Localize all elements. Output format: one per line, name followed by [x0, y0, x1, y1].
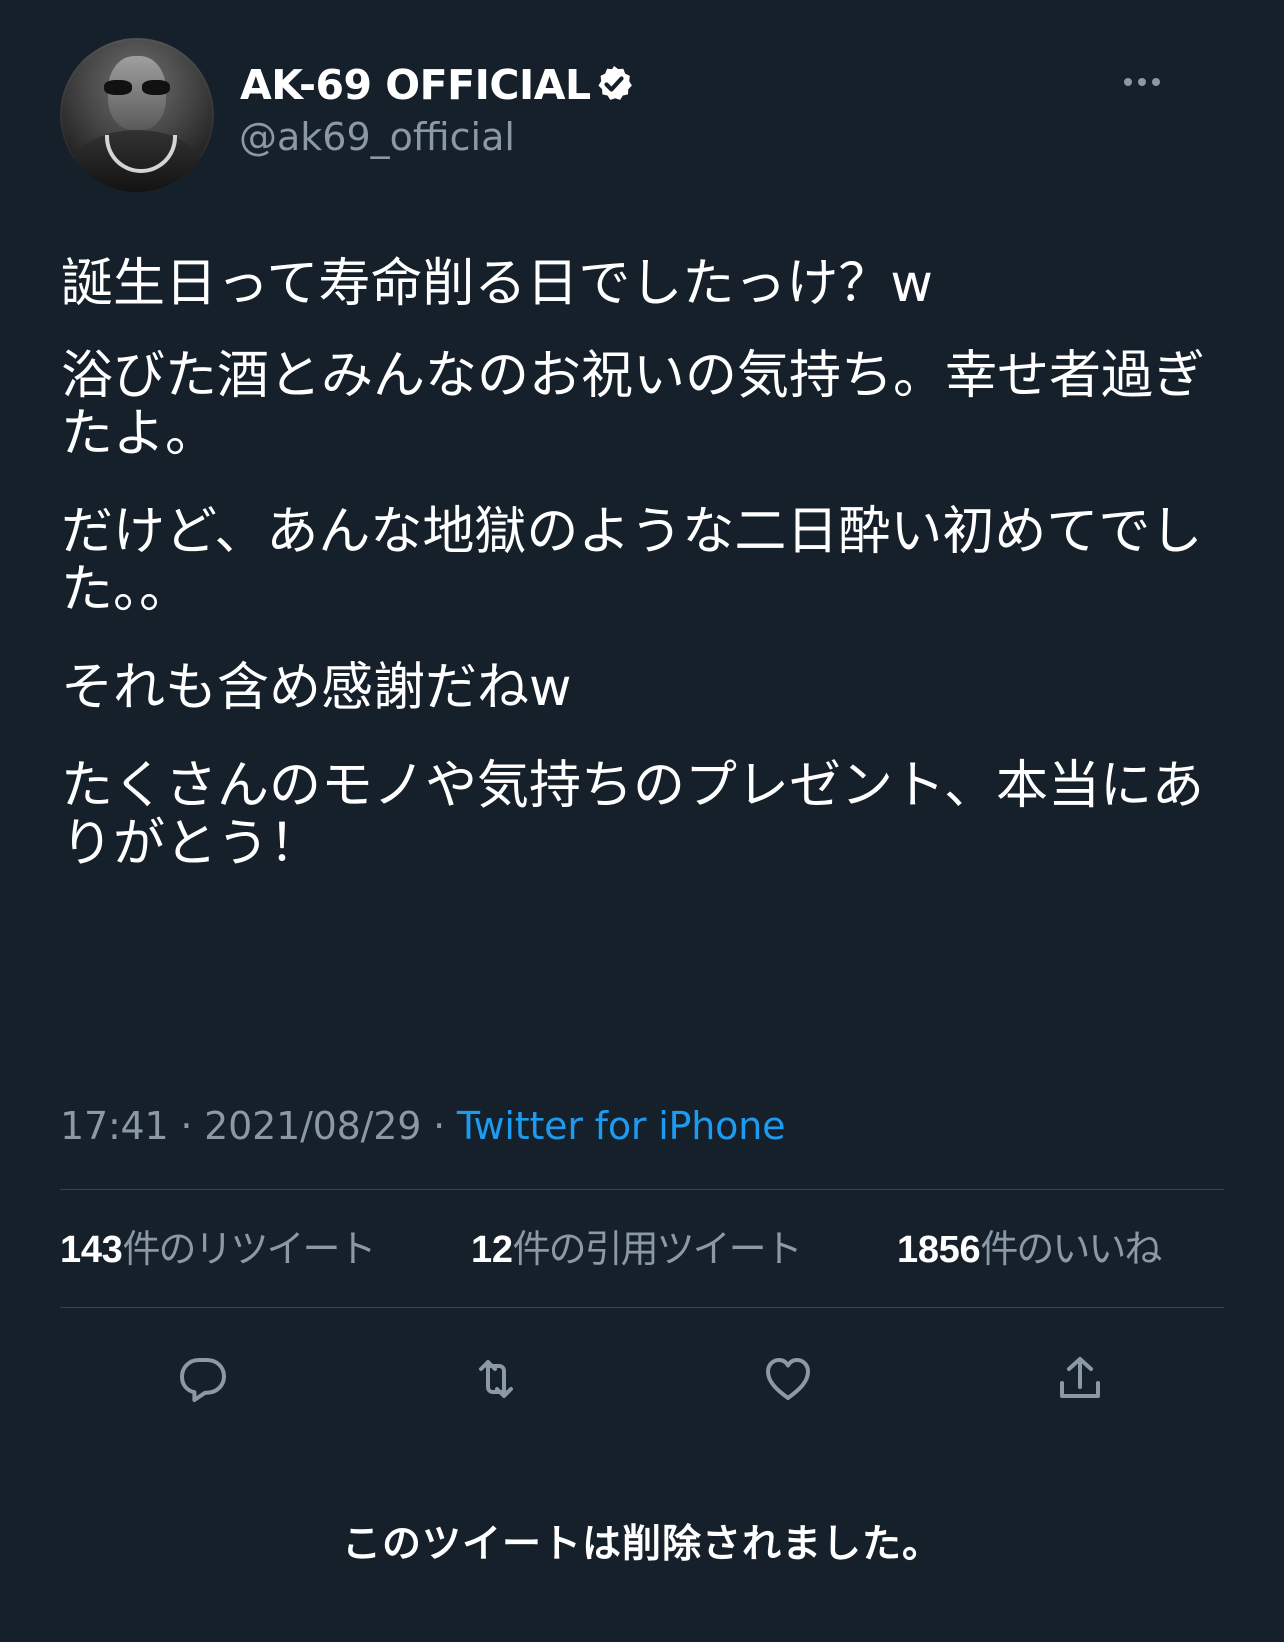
tweet-text: 誕生日って寿命削る日でしたっけ？w 浴びた酒とみんなのお祝いの気持ち。幸せ者過ぎ…: [61, 255, 1226, 913]
tweet-date[interactable]: 2021/08/29: [204, 1104, 421, 1148]
handle[interactable]: @ak69_official: [239, 114, 515, 160]
divider: [60, 1189, 1224, 1190]
display-name[interactable]: AK-69 OFFICIAL: [240, 62, 591, 108]
retweets-label: 件のリツイート: [122, 1227, 377, 1271]
share-icon: [1060, 1357, 1100, 1398]
avatar[interactable]: [60, 38, 214, 192]
reply-button[interactable]: [163, 1339, 243, 1419]
metadata-separator: ·: [421, 1104, 457, 1148]
deleted-tweet-message: このツイートは削除されました。: [341, 1522, 942, 1567]
more-horizontal-icon[interactable]: [1118, 61, 1166, 103]
tweet-time[interactable]: 17:41: [60, 1104, 169, 1148]
likes-label: 件のいいね: [980, 1227, 1162, 1271]
share-button[interactable]: [1040, 1339, 1120, 1419]
heart-icon: [766, 1358, 810, 1400]
tweet-paragraph: たくさんのモノや気持ちのプレゼント、本当にありがとう！: [61, 756, 1204, 874]
retweet-button[interactable]: [456, 1339, 536, 1419]
likes-count: 1856: [897, 1229, 981, 1271]
quote-tweets-count: 12: [471, 1229, 513, 1271]
verified-badge-icon: [598, 66, 632, 100]
tweet-metadata: 17:41 · 2021/08/29 · Twitter for iPhone: [60, 1103, 785, 1149]
avatar-glasses: [104, 80, 170, 96]
divider: [60, 1307, 1224, 1308]
tweet-header: AK-69 OFFICIAL @ak69_official: [60, 38, 1225, 193]
retweets-count: 143: [60, 1229, 123, 1271]
retweets-stat[interactable]: 143件のリツイート: [60, 1225, 377, 1274]
retweet-icon: [479, 1360, 513, 1398]
tweet-source-link[interactable]: Twitter for iPhone: [457, 1104, 786, 1148]
tweet-paragraph: だけど、あんな地獄のような二日酔い初めてでした。。: [61, 502, 1203, 620]
tweet-paragraph: それも含め感謝だねw: [61, 658, 572, 718]
tweet-stats: 143件のリツイート 12件の引用ツイート 1856件のいいね: [60, 1225, 1224, 1273]
likes-stat[interactable]: 1856件のいいね: [897, 1225, 1162, 1274]
quote-tweets-label: 件の引用ツイート: [512, 1227, 803, 1271]
tweet-actions: [60, 1339, 1224, 1419]
quote-tweets-stat[interactable]: 12件の引用ツイート: [471, 1225, 803, 1274]
tweet-paragraph: 誕生日って寿命削る日でしたっけ？w: [61, 254, 933, 314]
tweet-paragraph: 浴びた酒とみんなのお祝いの気持ち。幸せ者過ぎたよ。: [61, 346, 1206, 464]
like-button[interactable]: [748, 1339, 828, 1419]
reply-icon: [180, 1358, 226, 1402]
metadata-separator: ·: [168, 1104, 205, 1148]
